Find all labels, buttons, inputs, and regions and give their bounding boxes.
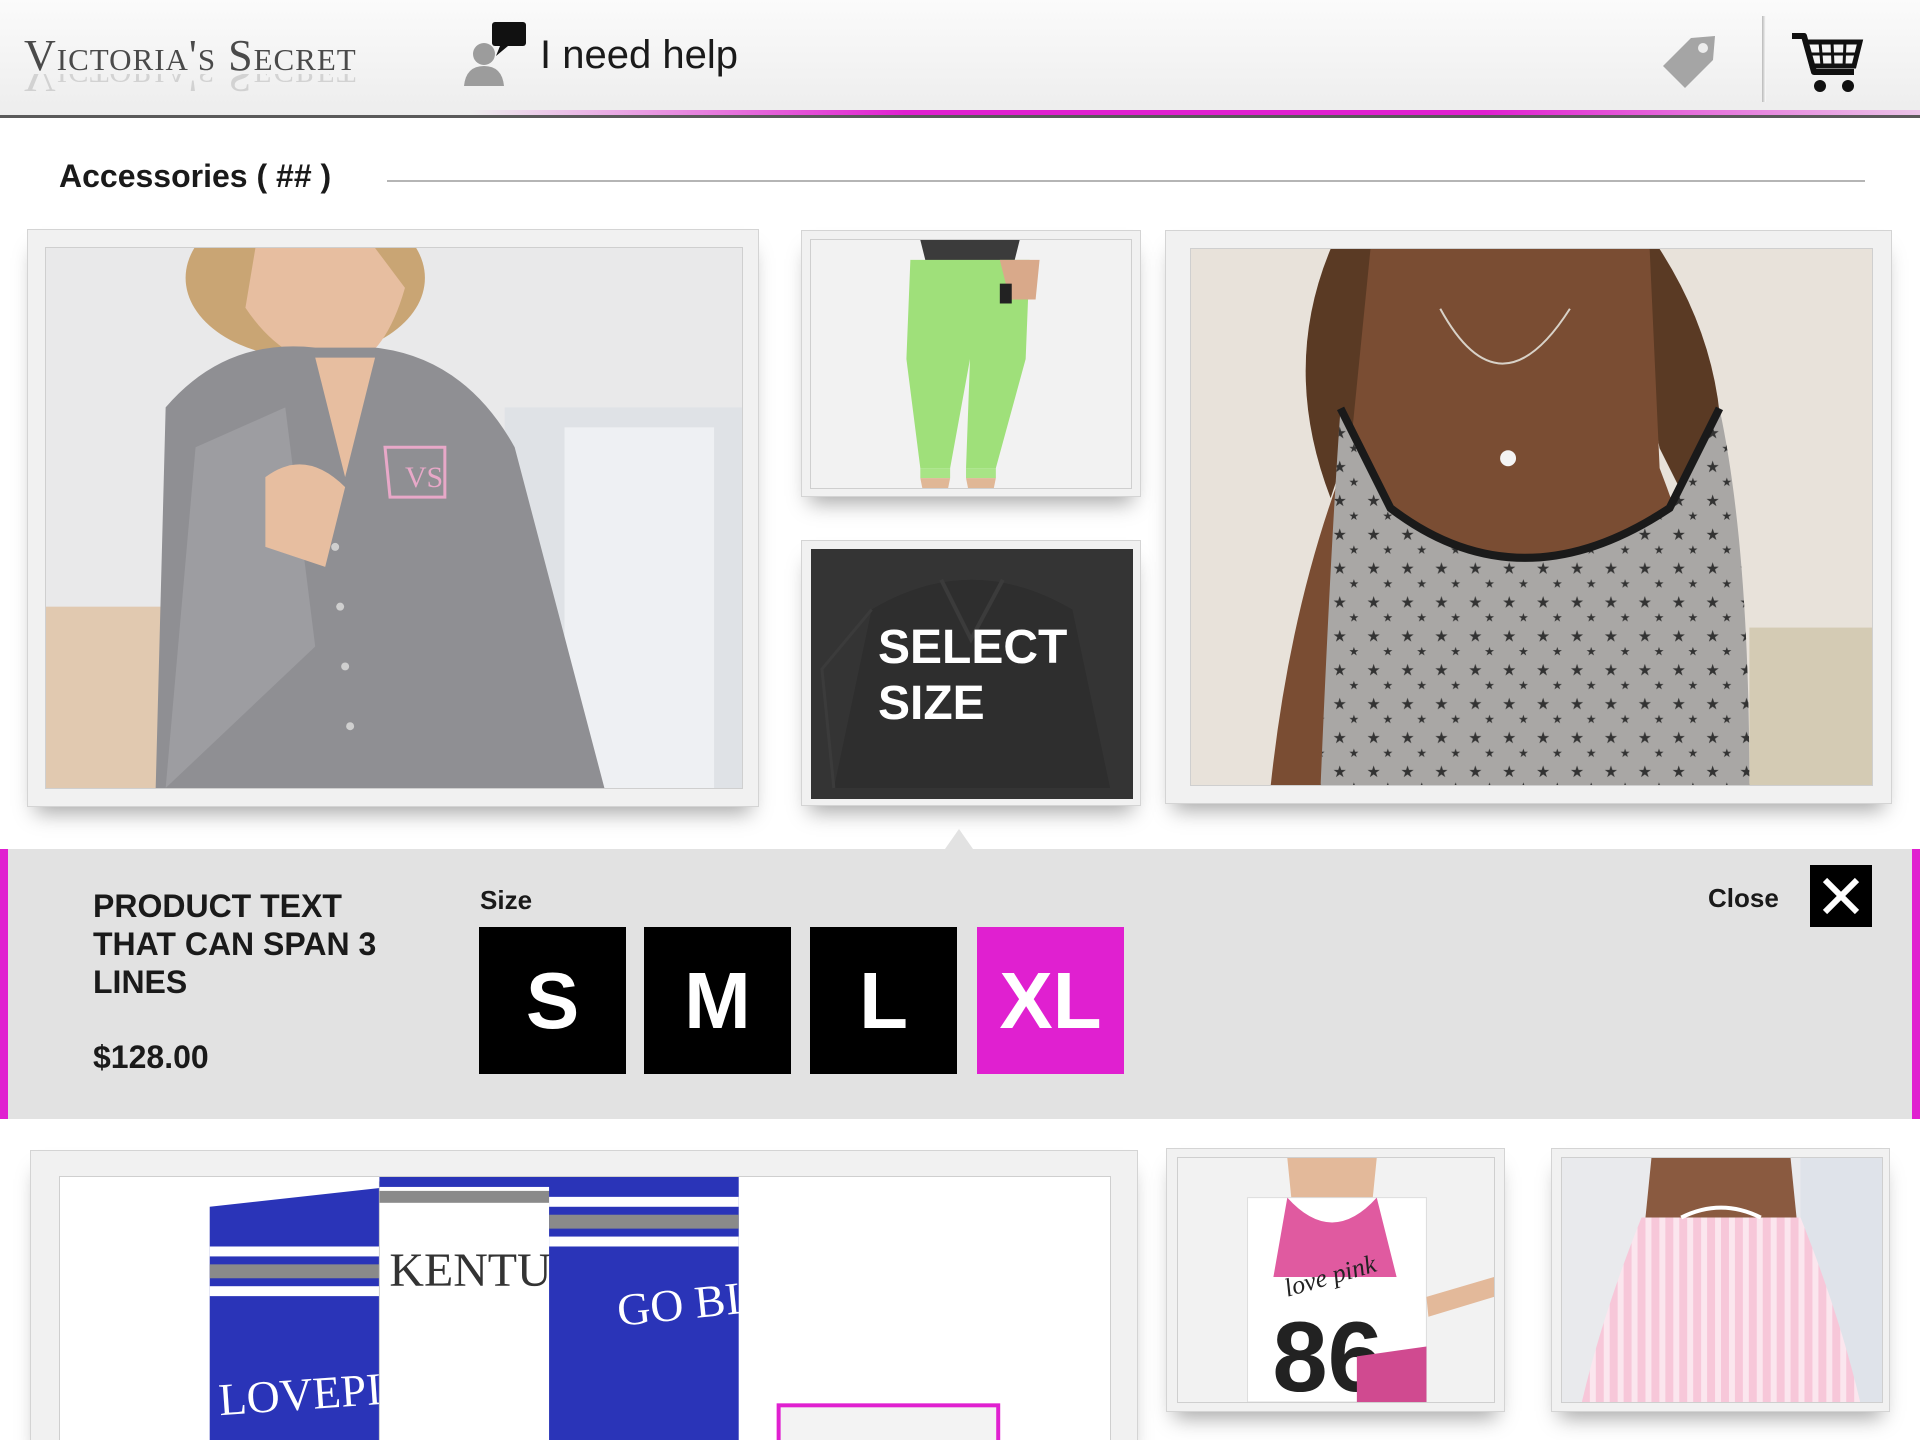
product-tile-black-hoodie[interactable]: SELECT SIZE <box>801 540 1141 806</box>
product-tile-pink-striped-dress[interactable] <box>1551 1148 1890 1412</box>
select-size-overlay[interactable]: SELECT SIZE <box>878 620 1098 732</box>
product-price: $128.00 <box>93 1039 209 1075</box>
brand-logo-reflection: Victoria's Secret <box>24 74 357 101</box>
product-tile-pajama-shirt[interactable]: VS <box>27 229 759 807</box>
select-size-line-1: SELECT <box>878 621 1068 674</box>
product-tile-socks[interactable]: LOVEPINK KENTUCKY GO BIG <box>30 1150 1138 1440</box>
close-icon <box>1822 877 1860 915</box>
size-button-l[interactable]: L <box>810 927 957 1074</box>
product-tile-love-pink-tank[interactable]: love pink 86 <box>1166 1148 1505 1412</box>
help-button[interactable]: I need help <box>460 20 738 90</box>
size-button-xl[interactable]: XL <box>977 927 1124 1074</box>
svg-text:VS: VS <box>405 461 443 494</box>
product-image: LOVEPINK KENTUCKY GO BIG <box>59 1176 1111 1440</box>
help-chat-icon <box>460 20 530 90</box>
select-size-line-2: SIZE <box>878 677 985 730</box>
product-image <box>1561 1157 1883 1403</box>
product-image: ★ ★ <box>1190 248 1873 786</box>
close-label[interactable]: Close <box>1708 883 1779 914</box>
price-tag-icon[interactable] <box>1655 30 1721 96</box>
size-button-s[interactable]: S <box>479 927 626 1074</box>
section-title: Accessories ( ## ) <box>59 158 332 194</box>
product-image <box>810 239 1132 489</box>
product-tile-star-tank[interactable]: ★ ★ <box>1165 230 1892 804</box>
product-image: love pink 86 <box>1177 1157 1495 1403</box>
close-button[interactable] <box>1810 865 1872 927</box>
help-label: I need help <box>540 32 738 77</box>
header-accent-line <box>470 110 1920 115</box>
app-header: Victoria's Secret Victoria's Secret I ne… <box>0 0 1920 118</box>
size-label: Size <box>480 885 533 915</box>
product-name: PRODUCT TEXT THAT CAN SPAN 3 LINES <box>93 888 377 1000</box>
product-tile-green-pants[interactable] <box>801 230 1141 497</box>
section-divider <box>387 180 1865 182</box>
brand-logo[interactable]: Victoria's Secret <box>24 30 357 80</box>
product-image: SELECT SIZE <box>811 549 1133 799</box>
size-button-m[interactable]: M <box>644 927 791 1074</box>
shopping-cart-icon[interactable] <box>1790 28 1864 96</box>
panel-pointer <box>945 829 973 849</box>
product-image: VS <box>45 247 743 789</box>
size-selection-panel: PRODUCT TEXT THAT CAN SPAN 3 LINES $128.… <box>0 849 1920 1119</box>
header-divider <box>1762 16 1766 102</box>
